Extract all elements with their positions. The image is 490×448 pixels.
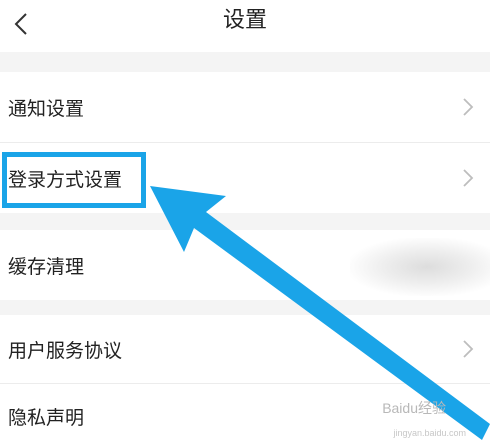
settings-item-notification[interactable]: 通知设置 [0,72,490,142]
settings-item-label: 登录方式设置 [8,168,123,191]
chevron-right-icon [463,169,474,187]
chevron-right-icon [463,340,474,358]
page-title: 设置 [222,8,267,33]
blurred-cache-size [350,238,490,296]
header-bar: 设置 [0,0,490,52]
settings-item-label: 用户服务协议 [8,339,123,362]
settings-item-user-agreement[interactable]: 用户服务协议 [0,315,490,383]
settings-item-label: 隐私声明 [8,406,85,429]
chevron-right-icon [463,98,474,116]
chevron-right-icon [463,407,474,425]
settings-item-label: 缓存清理 [8,255,85,278]
settings-item-login-method[interactable]: 登录方式设置 [0,143,490,213]
watermark: Baidu经验 [382,400,446,416]
settings-item-label: 通知设置 [8,97,85,120]
watermark-url: jingyan.baidu.com [393,428,466,438]
